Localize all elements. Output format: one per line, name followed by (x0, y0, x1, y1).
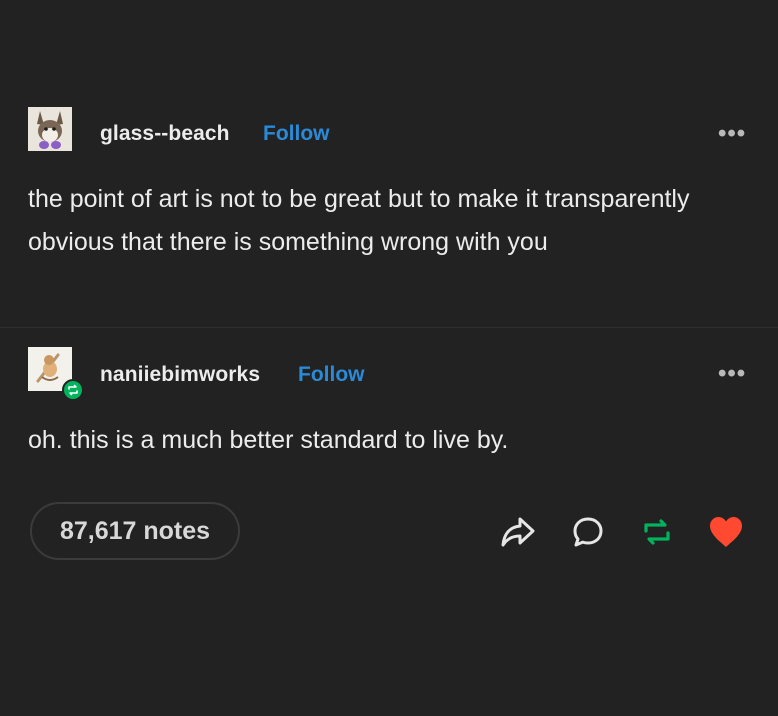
reblog-text: oh. this is a much better standard to li… (28, 426, 509, 454)
share-icon[interactable] (498, 512, 538, 552)
avatar-naniiebimworks[interactable] (28, 347, 84, 401)
more-options-icon[interactable]: ••• (718, 362, 746, 386)
follow-button-naniiebimworks[interactable]: Follow (298, 363, 365, 387)
reblog-icon[interactable] (637, 512, 677, 552)
notes-count-button[interactable]: 87,617 notes (30, 502, 240, 560)
reblog-badge-icon (62, 379, 84, 401)
reply-icon[interactable] (568, 512, 608, 552)
like-icon[interactable] (706, 512, 746, 552)
notes-count-label: 87,617 notes (59, 516, 211, 545)
username-naniiebimworks[interactable]: naniiebimworks (100, 363, 260, 387)
reblog-post: naniiebimworks Follow ••• oh. this is a … (0, 0, 778, 716)
